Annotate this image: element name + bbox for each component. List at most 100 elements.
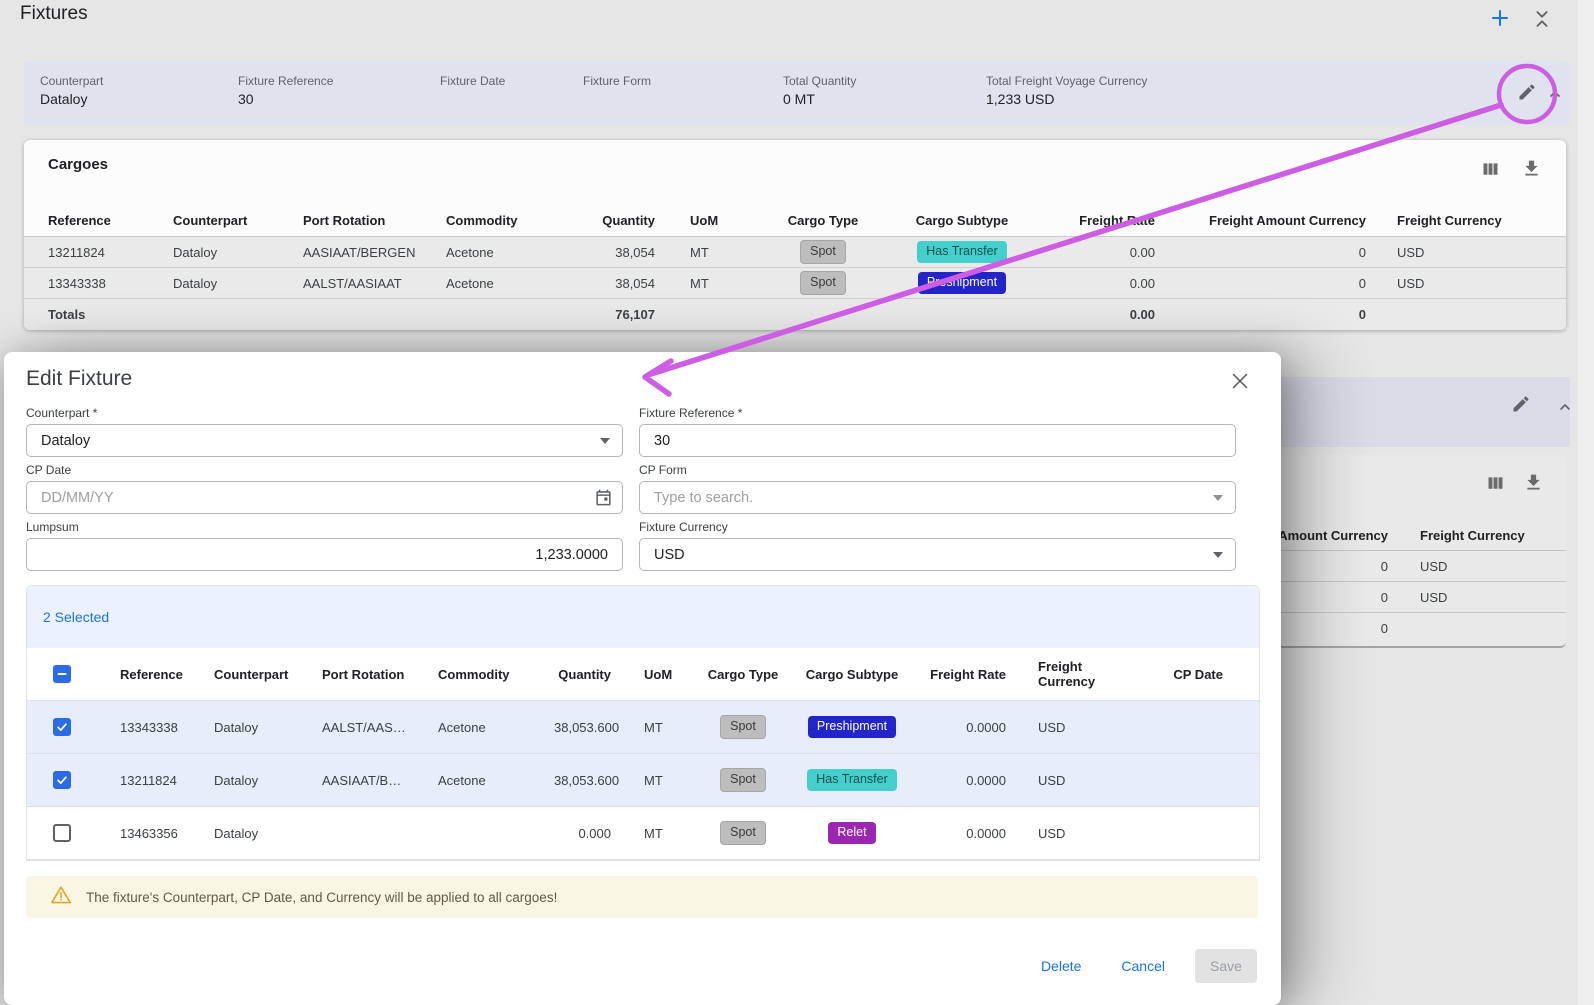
table-row[interactable]: 13343338 Dataloy AALST/AAS… Acetone 38,0… [27,701,1259,754]
unfold-less-icon [1531,8,1553,33]
col-header[interactable]: Cargo Type [744,213,902,228]
page-title: Fixtures [20,3,88,25]
cargo-type-badge: Spot [720,768,766,792]
row-checkbox[interactable] [53,771,71,789]
field-label: Fixture Currency [639,520,1236,534]
col-header[interactable]: Commodity [426,667,554,682]
col-header[interactable]: Freight Currency [1018,659,1130,689]
chevron-down-icon [1213,552,1223,558]
cp-form-field: CP Form [639,463,1236,514]
field-value: 1,233 USD [986,91,1054,107]
counterpart-field: Counterpart * [26,406,623,457]
warning-banner: The fixture's Counterpart, CP Date, and … [26,876,1258,918]
cargo-subtype-badge: Has Transfer [917,241,1007,263]
row-checkbox[interactable] [53,718,71,736]
field-label: Fixture Date [440,74,505,88]
col-header[interactable]: Port Rotation [310,667,426,682]
cargo-subtype-badge: Has Transfer [807,769,897,791]
field-label: Fixture Reference * [639,406,1236,420]
field-value: 0 MT [783,91,815,107]
col-header[interactable]: Quantity [569,213,667,228]
lumpsum-input[interactable] [26,538,623,571]
edit-fixture-button-2[interactable] [1508,392,1534,418]
column-settings-button-2[interactable] [1482,472,1508,498]
edit-fixture-button[interactable] [1514,80,1540,106]
cargoes-title: Cargoes [48,156,108,173]
download-button[interactable] [1518,157,1544,183]
field-value: Dataloy [40,91,87,107]
col-header[interactable]: Port Rotation [291,213,434,228]
page-scrollbar[interactable] [1578,0,1594,1005]
fixture-reference-field: Fixture Reference * [639,406,1236,457]
table-row[interactable]: 13343338 Dataloy AALST/AASIAAT Acetone 3… [24,268,1566,299]
download-button-2[interactable] [1520,471,1546,497]
totals-row: Totals 76,107 0.00 0 [24,299,1566,330]
col-header[interactable]: Cargo Type [704,667,782,682]
fixture-reference-input[interactable] [639,424,1236,457]
cargo-type-badge: Spot [720,821,766,845]
cargo-selection-panel: 2 Selected Reference Counterpart Port Ro… [26,585,1260,861]
fixture-currency-field: Fixture Currency [639,520,1236,571]
lumpsum-field: Lumpsum [26,520,623,571]
col-header[interactable]: Freight Rate [1022,213,1167,228]
col-header[interactable]: Cargo Subtype [782,667,922,682]
col-header[interactable]: CP Date [1130,667,1259,682]
field-label: Lumpsum [26,520,623,534]
warning-icon [50,884,72,911]
select-all-checkbox[interactable] [53,665,71,683]
fixture-summary-bar: Counterpart Dataloy Fixture Reference 30… [24,61,1570,125]
collapse-fixture-button[interactable] [1545,85,1565,105]
chevron-down-icon [1213,495,1223,501]
field-label: Fixture Reference [238,74,333,88]
cargo-type-badge: Spot [800,240,846,264]
cargo-type-badge: Spot [800,271,846,295]
dialog-title: Edit Fixture [26,367,132,391]
col-header[interactable]: UoM [623,667,704,682]
selection-summary-bar: 2 Selected [27,586,1259,648]
download-icon [1523,472,1544,496]
col-header[interactable]: Freight Currency [1378,213,1566,228]
field-label: Counterpart [40,74,103,88]
col-header[interactable]: Cargo Subtype [902,213,1022,228]
delete-button[interactable]: Delete [1035,958,1087,974]
col-header[interactable]: UoM [667,213,744,228]
chevron-down-icon [600,438,610,444]
cp-form-search-input[interactable] [639,481,1236,514]
col-header[interactable]: Counterpart [202,667,310,682]
fixture-currency-select[interactable] [639,538,1236,571]
col-header[interactable]: Reference [24,213,161,228]
close-button[interactable] [1228,370,1252,394]
dialog-actions: Delete Cancel Save [1035,949,1257,983]
col-header[interactable]: Commodity [434,213,569,228]
save-button[interactable]: Save [1195,949,1257,983]
columns-icon [1480,159,1501,183]
warning-text: The fixture's Counterpart, CP Date, and … [86,890,557,905]
field-label: Total Freight Voyage Currency [986,74,1147,88]
table-row[interactable]: 13211824 Dataloy AASIAAT/B… Acetone 38,0… [27,754,1259,807]
collapse-fixture-button-2[interactable] [1555,398,1575,418]
col-header[interactable]: Quantity [554,667,623,682]
col-header[interactable]: Freight Rate [922,667,1018,682]
add-fixture-button[interactable] [1487,6,1513,32]
table-row[interactable]: 13211824 Dataloy AASIAAT/BERGEN Acetone … [24,237,1566,268]
field-label: CP Date [26,463,623,477]
columns-icon [1485,473,1506,497]
col-header[interactable]: Reference [97,667,202,682]
fixtures-page: Fixtures Counterpart Dataloy Fixture Ref… [0,0,1594,1005]
cancel-button[interactable]: Cancel [1115,958,1171,974]
cp-date-input[interactable] [26,481,623,514]
column-settings-button[interactable] [1477,158,1503,184]
table-row[interactable]: 13463356 Dataloy 0.000 MT Spot Relet 0.0… [27,807,1259,860]
col-header[interactable]: Counterpart [161,213,291,228]
calendar-icon[interactable] [594,488,613,512]
col-header[interactable]: Freight Amount Currency [1167,213,1378,228]
field-label: Counterpart * [26,406,623,420]
pencil-icon [1511,394,1531,417]
collapse-all-button[interactable] [1530,8,1554,32]
cargoes-table-header: Reference Counterpart Port Rotation Comm… [24,204,1566,237]
edit-fixture-dialog: Edit Fixture Counterpart * Fixture Refer… [4,352,1281,1005]
col-header[interactable]: Freight Currency [1420,520,1525,550]
row-checkbox[interactable] [53,824,71,842]
counterpart-select[interactable] [26,424,623,457]
cargo-type-badge: Spot [720,715,766,739]
